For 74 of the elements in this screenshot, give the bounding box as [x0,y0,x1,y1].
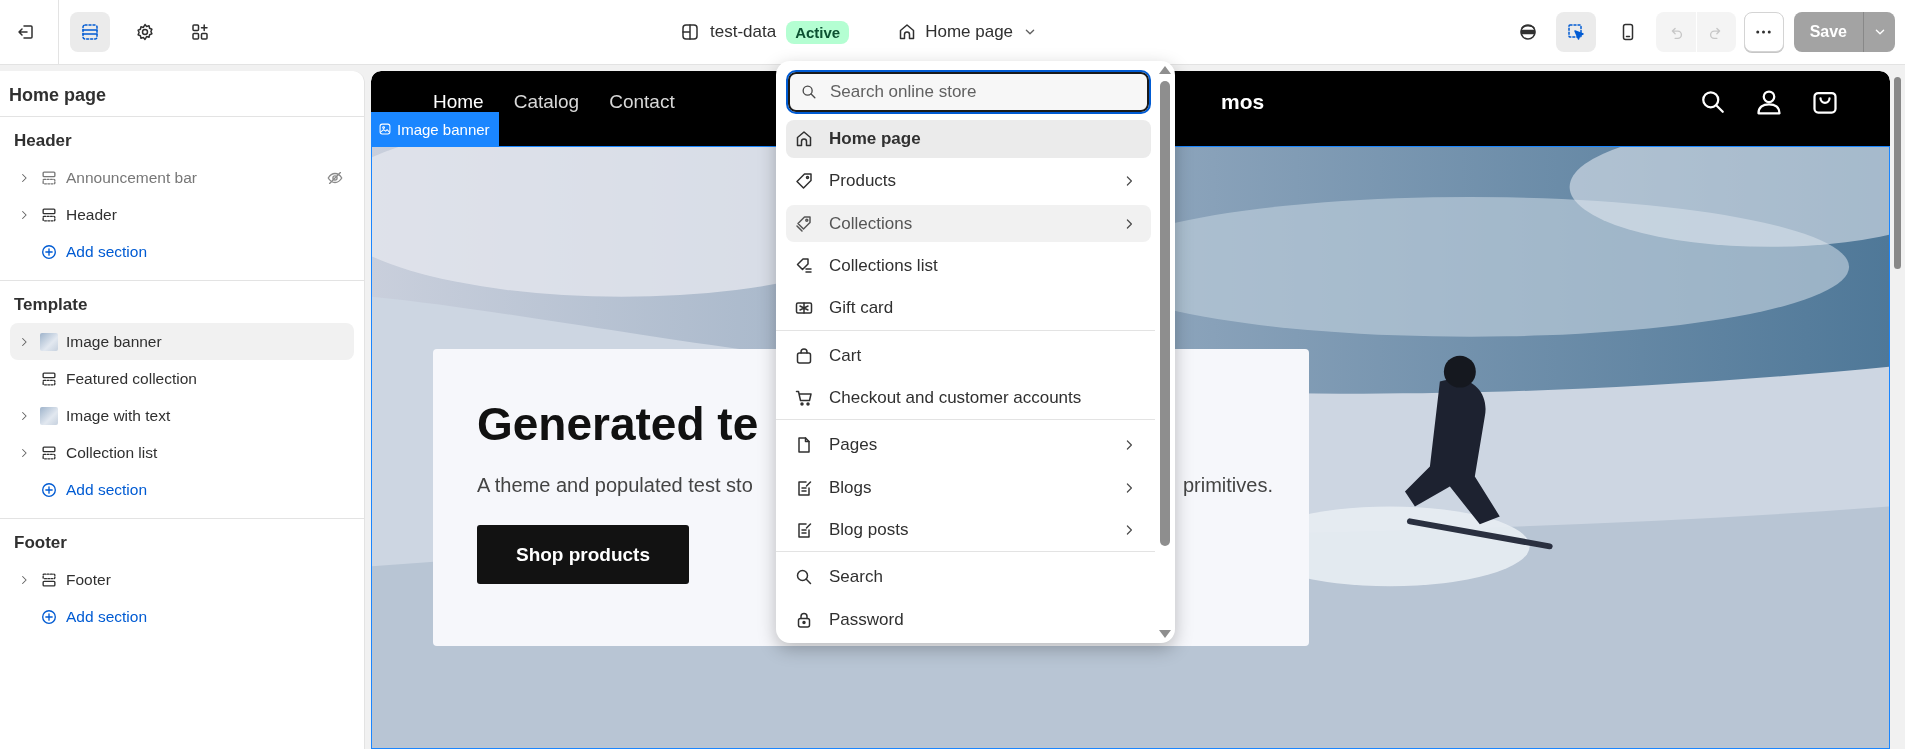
nav-link[interactable]: Contact [609,91,675,113]
shop-products-button[interactable]: Shop products [477,525,689,585]
sections-icon [80,22,100,42]
section-item[interactable]: Image with text [10,397,354,434]
section-label: Header [66,205,118,224]
store-name: mos [1221,90,1266,114]
search-field[interactable]: Search online store [788,72,1149,112]
plus-circle-icon [40,607,58,626]
section-item[interactable]: Announcement bar [10,159,354,196]
settings-icon [135,22,155,42]
plus-circle-icon [40,242,58,261]
menu-item[interactable]: Blog posts [786,510,1151,549]
section-tag: Image banner [371,112,499,146]
menu-item[interactable]: Home page [786,120,1151,158]
menu-item[interactable]: Search [786,558,1151,597]
theme-icon [680,22,700,42]
sections-button[interactable] [70,12,110,52]
tag-list-icon [794,255,814,276]
section-icon [40,168,58,187]
section-label: Image with text [66,406,172,425]
nav-link[interactable]: Home [433,91,484,113]
section-label: Collection list [66,443,159,462]
image-thumbnail-icon [40,332,58,351]
section-label: Featured collection [66,369,198,388]
section-icon [40,369,58,388]
menu-item[interactable]: Blogs [786,468,1151,507]
image-icon [378,122,392,136]
cursor-select-icon [1565,22,1586,42]
sidebar-title: Home page [0,71,364,117]
menu-item[interactable]: Checkout and customer accounts [786,378,1151,417]
banner-heading: Generated te [477,397,759,452]
add-section-link[interactable]: Add section [10,233,354,270]
bag-icon [794,345,814,366]
group-heading: Template [13,294,89,316]
house-icon [794,128,814,149]
add-section-link[interactable]: Add section [10,598,354,635]
theme-name: test-data [710,22,777,42]
section-item[interactable]: Image banner [10,323,354,360]
menu-item[interactable]: Password [786,600,1151,639]
menu-item[interactable]: Collections list [786,247,1151,285]
menu-item[interactable]: Products [786,162,1151,201]
section-label: Announcement bar [66,168,198,187]
section-item[interactable]: Collection list [10,434,354,471]
section-item[interactable]: Featured collection [10,360,354,397]
banner-text: A theme and populated test sto [477,474,753,498]
section-label: Footer [66,570,112,589]
section-icon [40,205,58,224]
menu-item[interactable]: Pages [786,426,1151,465]
menu-item[interactable]: Cart [786,336,1151,375]
plus-circle-icon [40,480,58,499]
user-icon [1754,87,1784,117]
status-badge: Active [786,20,850,44]
exit-icon [16,22,36,42]
menu-item[interactable]: Gift card [786,289,1151,328]
menu-item[interactable]: Collections [786,204,1151,243]
group-heading: Footer [13,532,68,554]
apps-icon [190,22,210,42]
section-item[interactable]: Header [10,196,354,233]
section-icon [40,443,58,462]
nav-link[interactable]: Catalog [513,91,580,113]
inspector-button[interactable] [1555,12,1596,52]
footer-section-icon [40,570,58,589]
masked-head-icon [1517,22,1538,42]
section-item[interactable]: Footer [10,561,354,598]
tags-icon [794,213,814,234]
add-section-link[interactable]: Add section [10,471,354,508]
section-label: Image banner [66,332,163,351]
tag-icon [794,171,814,192]
banner-text: primitives. [1183,474,1273,498]
page-picker[interactable]: Home page [893,14,1044,50]
image-thumbnail-icon [40,406,58,425]
group-heading: Header [13,130,73,152]
more-icon [1756,30,1772,34]
save-options-button[interactable] [1863,12,1895,52]
